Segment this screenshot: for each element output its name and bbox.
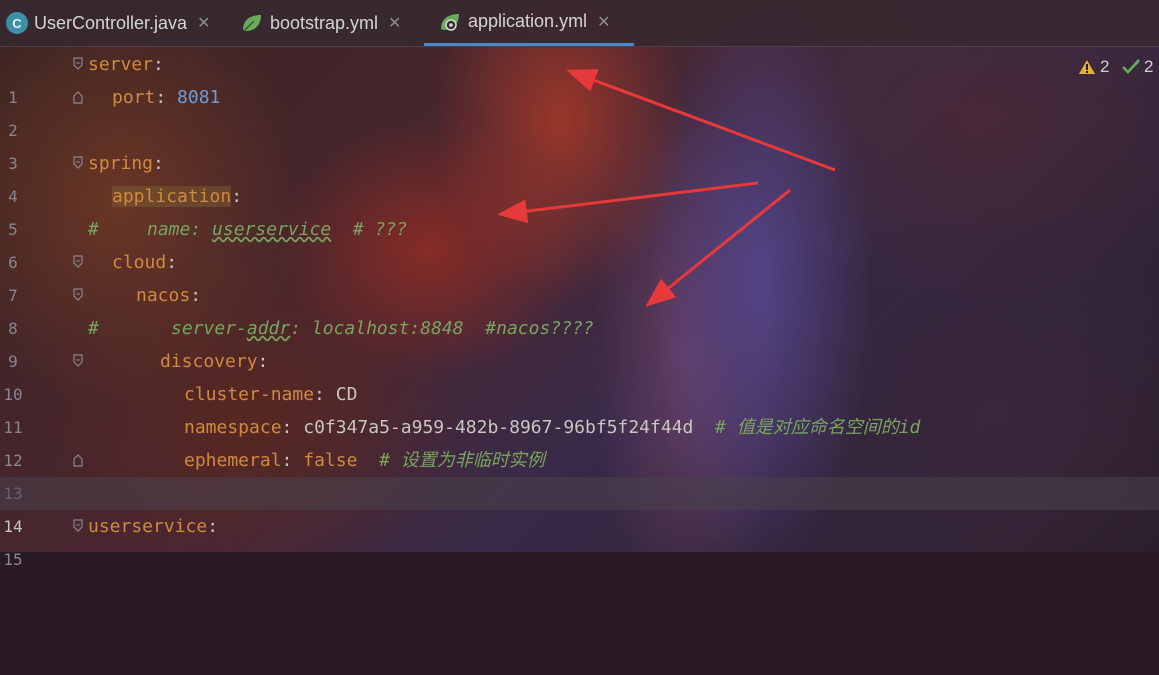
code-line-4: 4 spring:	[0, 147, 1159, 206]
code-text: discovery:	[160, 351, 269, 372]
code-line-9: 9 # server-addr: localhost:8848 #nacos??…	[0, 312, 1159, 371]
code-line-1: 1 server:	[0, 48, 1159, 107]
fold-icon[interactable]	[73, 255, 83, 269]
spring-boot-config-icon	[441, 13, 459, 31]
code-text: nacos:	[136, 285, 202, 306]
spring-leaf-icon	[243, 15, 261, 32]
close-icon[interactable]: ✕	[388, 13, 401, 33]
code-comment: name: userservice # ???	[147, 219, 408, 240]
line-number: 15	[3, 550, 23, 569]
tab-label: application.yml	[468, 11, 588, 31]
code-text: port: 8081	[112, 87, 221, 108]
code-text: spring:	[88, 153, 164, 174]
code-text: application:	[112, 186, 243, 207]
tab-application-yml[interactable]: application.yml ✕	[424, 0, 634, 46]
fold-icon[interactable]	[73, 354, 83, 368]
code-line-11: 11 cluster-name: CD	[0, 378, 1159, 437]
close-icon[interactable]: ✕	[197, 13, 210, 33]
code-line-10: 10 discovery:	[0, 345, 1159, 404]
code-line-14-current[interactable]: 14	[0, 477, 1159, 536]
code-text: server:	[88, 54, 164, 75]
code-line-2: 2 port: 8081	[0, 81, 1159, 140]
fold-icon[interactable]	[73, 519, 83, 533]
fold-icon[interactable]	[73, 156, 83, 170]
fold-icon[interactable]	[73, 288, 83, 302]
code-text: namespace: c0f347a5-a959-482b-8967-96bf5…	[184, 417, 921, 438]
code-line-5: 5 application:	[0, 180, 1159, 239]
code-line-13: 13 ephemeral: false # 设置为非临时实例	[0, 444, 1159, 503]
editor-tab-bar: C UserController.java ✕ bootstrap.yml ✕ …	[0, 0, 1159, 47]
code-text: cluster-name: CD	[184, 384, 358, 405]
fold-end-icon[interactable]	[73, 453, 83, 467]
tab-label: bootstrap.yml	[270, 12, 379, 33]
code-comment: server-addr: localhost:8848 #nacos????	[171, 318, 594, 339]
code-text: userservice:	[88, 516, 219, 537]
fold-end-icon[interactable]	[73, 90, 83, 104]
java-class-icon: C	[6, 12, 28, 34]
code-line-7: 7 cloud:	[0, 246, 1159, 305]
code-line-15: 15 userservice:	[0, 510, 1159, 569]
code-line-8: 8 nacos:	[0, 279, 1159, 338]
tab-usercontroller-java[interactable]: C UserController.java ✕	[6, 0, 210, 46]
code-text: cloud:	[112, 252, 178, 273]
code-line-12: 12 namespace: c0f347a5-a959-482b-8967-96…	[0, 411, 1159, 470]
close-icon[interactable]: ✕	[597, 12, 610, 32]
tab-label: UserController.java	[34, 12, 188, 33]
tab-bootstrap-yml[interactable]: bootstrap.yml ✕	[240, 0, 401, 46]
code-line-3: 3	[0, 114, 1159, 173]
comment-hash: #	[88, 219, 99, 240]
comment-hash: #	[88, 318, 99, 339]
code-editor[interactable]: 1 server: 2 port: 8081 3 4 spring: 5 app…	[0, 47, 1159, 569]
code-line-6: 6 # name: userservice # ???	[0, 213, 1159, 272]
code-text: ephemeral: false # 设置为非临时实例	[184, 450, 545, 471]
fold-icon[interactable]	[73, 57, 83, 71]
